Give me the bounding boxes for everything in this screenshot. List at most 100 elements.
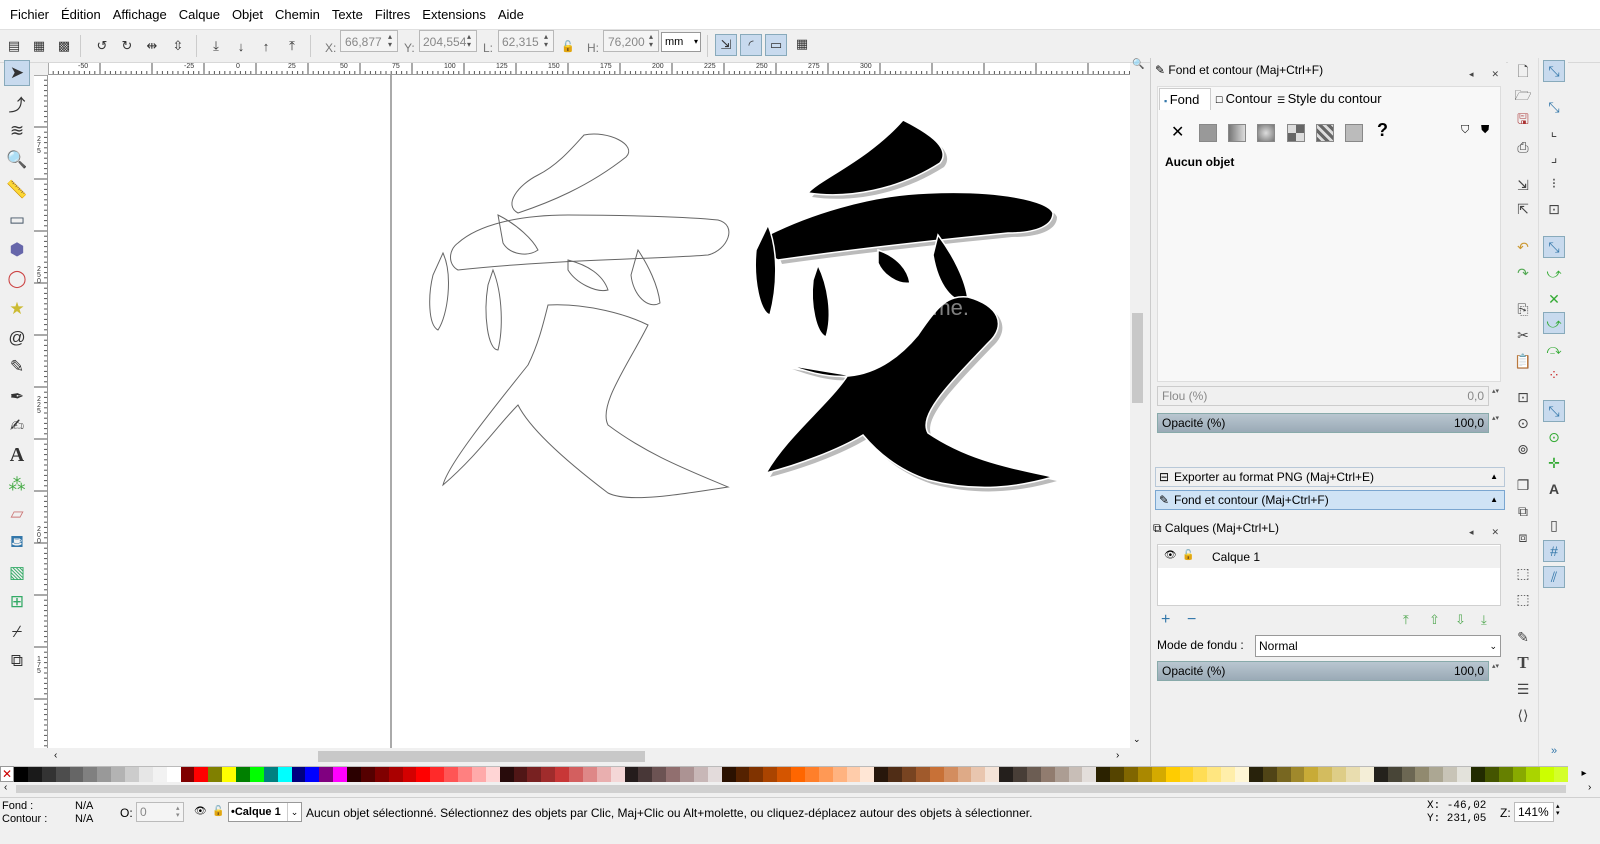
palette-scrollbar[interactable]: ‹ › (0, 782, 1600, 796)
selector-tool-icon[interactable]: ➤ (4, 60, 30, 86)
color-swatch[interactable] (860, 767, 875, 782)
tab-style-contour[interactable]: ☰ Style du contour (1273, 88, 1382, 110)
color-swatch[interactable] (41, 767, 56, 782)
zoom-page-icon[interactable]: ⊚ (1512, 438, 1534, 460)
undo-icon[interactable]: ↶ (1512, 236, 1534, 258)
color-swatch[interactable] (69, 767, 84, 782)
scroll-down-icon[interactable]: ⌄ (1133, 734, 1141, 745)
text-dialog-icon[interactable]: T (1512, 652, 1534, 674)
scale-stroke-icon[interactable]: ⇲ (715, 34, 737, 56)
color-swatch[interactable] (666, 767, 680, 782)
3d-box-tool-icon[interactable]: ⬢ (4, 237, 30, 263)
color-swatch[interactable] (1415, 767, 1430, 782)
unlink-clone-icon[interactable]: ⧈ (1512, 526, 1534, 548)
color-swatch[interactable] (1207, 767, 1222, 782)
color-swatch[interactable] (1540, 767, 1555, 782)
current-layer-select[interactable]: •Calque 1 ⌄ (228, 802, 302, 822)
xml-editor-icon[interactable]: ⟨⟩ (1512, 704, 1534, 726)
color-swatch[interactable] (1443, 767, 1457, 782)
lower-bottom-icon[interactable]: ⤓ (206, 36, 226, 56)
color-swatch[interactable] (1262, 767, 1277, 782)
export-png-expander[interactable]: ⊟ Exporter au format PNG (Maj+Ctrl+E) ▲ (1155, 467, 1505, 487)
mesh-gradient-icon[interactable] (1287, 124, 1305, 142)
raise-top-icon[interactable]: ⤒ (282, 36, 302, 56)
snap-bbox-corner-icon[interactable]: ⌟ (1543, 146, 1565, 168)
color-swatch[interactable] (818, 767, 833, 782)
lower-icon[interactable]: ↓ (231, 36, 251, 56)
color-swatch[interactable] (569, 767, 583, 782)
color-swatch[interactable] (971, 767, 986, 782)
raise-icon[interactable]: ↑ (256, 36, 276, 56)
color-swatch[interactable] (97, 767, 112, 782)
color-swatch[interactable] (610, 767, 625, 782)
color-swatch[interactable] (1221, 767, 1235, 782)
no-paint-icon[interactable]: ✕ (1171, 122, 1184, 142)
color-swatch[interactable] (347, 767, 361, 782)
snap-nodes-icon[interactable]: ⤡ (1543, 236, 1565, 258)
color-swatch[interactable] (125, 767, 139, 782)
color-swatch[interactable] (1179, 767, 1194, 782)
menu-objet[interactable]: Objet (226, 0, 269, 30)
color-swatch[interactable] (1068, 767, 1083, 782)
layer-name[interactable]: Calque 1 (1212, 550, 1260, 564)
color-swatch[interactable] (1290, 767, 1305, 782)
move-pattern-icon[interactable]: ▦ (792, 34, 812, 54)
calligraphy-tool-icon[interactable]: ✍ (4, 413, 30, 439)
scale-corners-icon[interactable]: ◜ (740, 34, 762, 56)
measure-tool-icon[interactable]: 📏 (4, 177, 30, 203)
color-swatch[interactable] (1193, 767, 1208, 782)
color-swatch[interactable] (1526, 767, 1541, 782)
color-swatch[interactable] (777, 767, 791, 782)
color-swatch[interactable] (1387, 767, 1402, 782)
deselect-icon[interactable]: ▩ (54, 36, 74, 56)
snap-toggle-icon[interactable]: ⤡ (1543, 60, 1565, 82)
color-swatch[interactable] (888, 767, 902, 782)
menu-filtres[interactable]: Filtres (369, 0, 416, 30)
paint-bucket-tool-icon[interactable]: ⛾ (4, 530, 30, 556)
color-swatch[interactable] (291, 767, 306, 782)
layer-opacity-spin-icon[interactable]: ▴▾ (1492, 663, 1500, 671)
close-icon[interactable]: ✕ (1491, 64, 1499, 84)
blend-mode-select[interactable]: Normal ⌄ (1255, 635, 1501, 657)
duplicate-icon[interactable]: ❐ (1512, 474, 1534, 496)
color-swatch[interactable] (360, 767, 375, 782)
color-swatch[interactable] (763, 767, 778, 782)
snap-grid-icon[interactable]: # (1543, 540, 1565, 562)
color-swatch[interactable] (1013, 767, 1027, 782)
color-swatch[interactable] (596, 767, 611, 782)
snap-cusp-icon[interactable]: ⤻ (1543, 312, 1565, 334)
star-tool-icon[interactable]: ★ (4, 296, 30, 322)
color-swatch[interactable] (83, 767, 98, 782)
color-swatch[interactable] (27, 767, 42, 782)
color-swatch[interactable] (624, 767, 639, 782)
snap-paths-icon[interactable]: ⤻ (1543, 262, 1565, 284)
color-swatch[interactable] (1235, 767, 1249, 782)
layer-opacity-slider[interactable]: Opacité (%) 100,0 (1157, 661, 1489, 681)
color-swatch[interactable] (957, 767, 972, 782)
pen-tool-icon[interactable]: ✒ (4, 384, 30, 410)
color-swatch[interactable] (277, 767, 292, 782)
color-swatch[interactable] (735, 767, 750, 782)
color-swatch[interactable] (1110, 767, 1124, 782)
color-swatch[interactable] (1082, 767, 1097, 782)
color-swatch[interactable] (1165, 767, 1180, 782)
snap-page-border-icon[interactable]: ▯ (1543, 514, 1565, 536)
color-swatch[interactable] (541, 767, 556, 782)
drawing-canvas[interactable]: dreamstime. (48, 75, 1130, 748)
eraser-tool-icon[interactable]: ▱ (4, 501, 30, 527)
text-tool-icon[interactable]: A (4, 442, 30, 468)
color-swatch[interactable] (902, 767, 916, 782)
color-swatch[interactable] (999, 767, 1013, 782)
collapse-icon[interactable]: ◂ (1469, 64, 1474, 84)
zoom-spin-icon[interactable]: ▴▾ (1556, 803, 1562, 817)
select-all-icon[interactable]: ▤ (4, 36, 24, 56)
fill-rule-nonzero-icon[interactable]: ⛊ (1481, 124, 1489, 137)
color-swatch[interactable] (1040, 767, 1055, 782)
snap-midpoint-icon[interactable]: ⁘ (1543, 364, 1565, 386)
rotate-cw-icon[interactable]: ↻ (117, 36, 137, 56)
tweak-tool-icon[interactable]: ≋ (4, 118, 30, 144)
color-swatch[interactable] (929, 767, 944, 782)
color-swatch[interactable] (1248, 767, 1263, 782)
unset-paint-icon[interactable]: ? (1377, 120, 1388, 141)
color-swatch[interactable] (513, 767, 528, 782)
